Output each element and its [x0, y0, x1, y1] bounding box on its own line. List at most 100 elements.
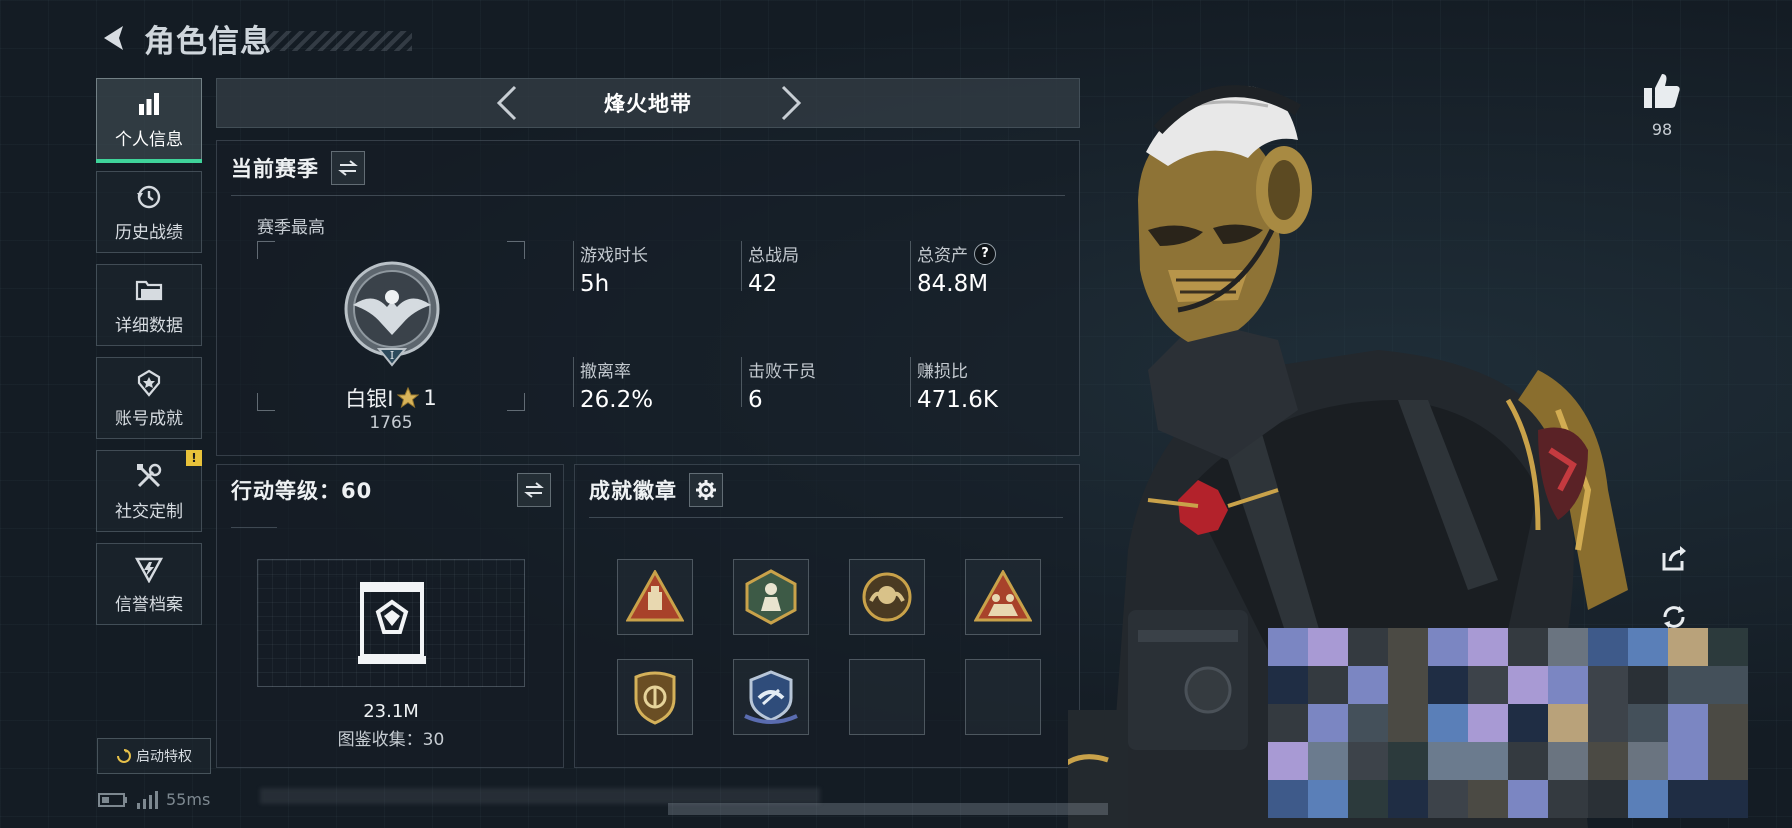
- mosaic-cell: [1468, 742, 1508, 780]
- mosaic-cell: [1388, 780, 1428, 818]
- mosaic-cell: [1628, 780, 1668, 818]
- rank-score: 1765: [369, 413, 413, 433]
- mode-title: 烽火地带: [604, 92, 692, 116]
- sidebar-item-label: 历史战绩: [115, 222, 183, 243]
- share-icon: [1662, 546, 1686, 571]
- badge-slot-empty[interactable]: [965, 659, 1041, 735]
- badge-slot[interactable]: [617, 659, 693, 735]
- rotate-icon: [1663, 606, 1685, 628]
- mosaic-cell: [1428, 628, 1468, 666]
- mosaic-cell: [1428, 742, 1468, 780]
- help-icon[interactable]: ?: [974, 242, 996, 265]
- signal-icon: [137, 790, 158, 809]
- title-decoration: [266, 31, 412, 51]
- badge-slot[interactable]: [617, 559, 693, 635]
- season-panel: 当前赛季 赛季最高 I 白银I 1 1765 游戏时长 5h 总战局 42 总资…: [216, 140, 1080, 456]
- sidebar-item-label: 个人信息: [115, 129, 183, 150]
- frame-corner: [507, 241, 525, 259]
- badge-slot[interactable]: [733, 559, 809, 635]
- warning-badge: !: [186, 450, 202, 466]
- mosaic-cell: [1348, 780, 1388, 818]
- divider: [231, 527, 277, 528]
- credit-shield-icon: [134, 554, 164, 584]
- star-icon: [397, 387, 420, 409]
- mosaic-cell: [1308, 742, 1348, 780]
- ping-readout: 55ms: [166, 790, 211, 809]
- badge-slot[interactable]: [965, 559, 1041, 635]
- page-header: 角色信息: [96, 16, 412, 60]
- mosaic-cell: [1268, 628, 1308, 666]
- mosaic-cell: [1708, 742, 1748, 780]
- frame-corner: [257, 241, 275, 259]
- action-level-title: 行动等级：60: [231, 479, 373, 503]
- badge-slot-empty[interactable]: [849, 659, 925, 735]
- like-button[interactable]: 98: [1640, 72, 1684, 139]
- shield-badge-icon: [634, 671, 676, 725]
- season-title: 当前赛季: [231, 157, 319, 181]
- sidebar-item-details[interactable]: 详细数据: [96, 264, 202, 346]
- scroll-indicator[interactable]: [668, 803, 1108, 815]
- mosaic-cell: [1268, 704, 1308, 742]
- stat-value: 26.2%: [580, 387, 654, 413]
- swap-level-button[interactable]: [517, 473, 551, 507]
- mosaic-cell: [1388, 704, 1428, 742]
- mosaic-cell: [1468, 704, 1508, 742]
- mosaic-cell: [1428, 704, 1468, 742]
- sidebar-item-history[interactable]: 历史战绩: [96, 171, 202, 253]
- rank-name: 白银I 1: [257, 383, 525, 413]
- mosaic-cell: [1268, 780, 1308, 818]
- badge-slot[interactable]: [849, 559, 925, 635]
- badge-slot[interactable]: [733, 659, 809, 735]
- mosaic-cell: [1348, 704, 1388, 742]
- mosaic-cell: [1428, 780, 1468, 818]
- stat-label: 总战局: [748, 246, 799, 266]
- mosaic-cell: [1508, 704, 1548, 742]
- gear-icon: [696, 480, 716, 500]
- mosaic-cell: [1628, 628, 1668, 666]
- mosaic-cell: [1588, 628, 1628, 666]
- bar-chart-icon: [134, 89, 164, 119]
- history-icon: [134, 182, 164, 212]
- sidebar-item-label: 详细数据: [115, 315, 183, 336]
- launch-privilege-button[interactable]: 启动特权: [97, 738, 211, 774]
- sidebar-item-label: 信誉档案: [115, 594, 183, 615]
- sidebar-item-profile[interactable]: 个人信息: [96, 78, 202, 163]
- stat-label-text: 总资产: [917, 246, 968, 266]
- sidebar-item-achievements[interactable]: 账号成就: [96, 357, 202, 439]
- mode-next-arrow-icon[interactable]: [771, 81, 811, 125]
- mosaic-cell: [1468, 666, 1508, 704]
- stat-label: 总资产 ?: [917, 241, 996, 266]
- round-emblem-badge-icon: [862, 572, 912, 622]
- blurred-text-strip: [260, 788, 820, 804]
- mosaic-cell: [1708, 666, 1748, 704]
- season-best-label: 赛季最高: [257, 218, 325, 238]
- mosaic-cell: [1708, 780, 1748, 818]
- back-arrow-icon[interactable]: [96, 21, 130, 55]
- mosaic-cell: [1628, 742, 1668, 780]
- mosaic-cell: [1588, 742, 1628, 780]
- rank-stars-count: 1: [423, 386, 437, 410]
- sidebar-item-credit[interactable]: 信誉档案: [96, 543, 202, 625]
- mosaic-cell: [1548, 628, 1588, 666]
- page-title: 角色信息: [144, 23, 272, 60]
- privilege-label: 启动特权: [136, 749, 192, 765]
- swap-season-button[interactable]: [331, 151, 365, 185]
- swap-icon: [524, 482, 544, 498]
- sidebar: 个人信息 历史战绩 详细数据 账号成就 ! 社交定制 信誉档案: [96, 78, 202, 636]
- mosaic-cell: [1628, 704, 1668, 742]
- device-status-bar: 55ms: [98, 790, 210, 809]
- mosaic-cell: [1588, 780, 1628, 818]
- mode-selector: 烽火地带: [216, 78, 1080, 128]
- mosaic-cell: [1348, 666, 1388, 704]
- mosaic-cell: [1468, 628, 1508, 666]
- mode-prev-arrow-icon[interactable]: [487, 81, 527, 125]
- badge-settings-button[interactable]: [689, 473, 723, 507]
- mosaic-cell: [1508, 780, 1548, 818]
- share-button[interactable]: [1656, 540, 1692, 576]
- swap-icon: [338, 160, 358, 176]
- mosaic-cell: [1308, 780, 1348, 818]
- sidebar-item-social[interactable]: ! 社交定制: [96, 450, 202, 532]
- mosaic-cell: [1268, 742, 1308, 780]
- stat-value: 5h: [580, 271, 610, 297]
- mosaic-cell: [1348, 742, 1388, 780]
